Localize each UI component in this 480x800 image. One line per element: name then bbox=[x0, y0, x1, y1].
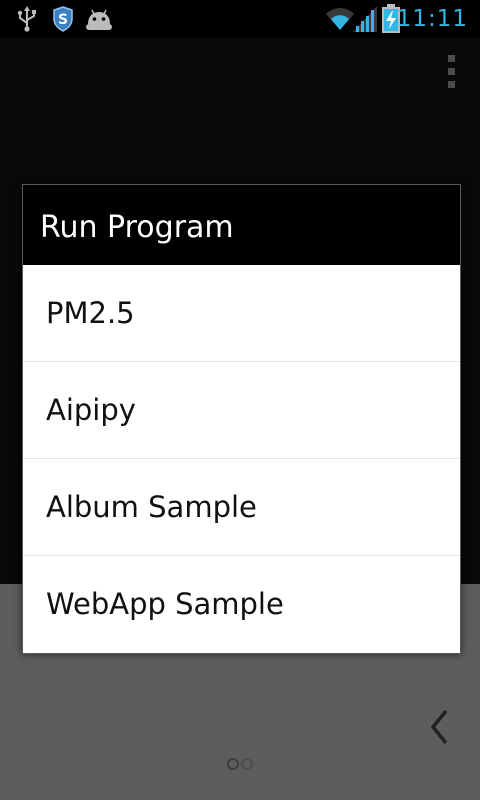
run-program-dialog: Run Program PM2.5 Aipipy Album Sample We… bbox=[22, 184, 461, 654]
list-item-aipipy[interactable]: Aipipy bbox=[23, 362, 460, 459]
signal-icon bbox=[353, 6, 377, 32]
list-item-pm25[interactable]: PM2.5 bbox=[23, 265, 460, 362]
shield-s-icon: S bbox=[53, 6, 73, 32]
list-item-webapp-sample[interactable]: WebApp Sample bbox=[23, 556, 460, 653]
usb-icon bbox=[17, 6, 36, 32]
status-bar: S 11:11 bbox=[0, 0, 480, 38]
clock: 11:11 bbox=[396, 6, 468, 32]
list-item-album-sample[interactable]: Album Sample bbox=[23, 459, 460, 556]
wifi-icon bbox=[326, 8, 354, 30]
svg-text:S: S bbox=[58, 12, 68, 28]
android-icon bbox=[86, 9, 112, 30]
screen: S 11:11 Run Program PM2.5 Aipipy Album S… bbox=[0, 0, 480, 800]
dialog-title: Run Program bbox=[23, 185, 460, 265]
program-list: PM2.5 Aipipy Album Sample WebApp Sample bbox=[23, 265, 460, 653]
